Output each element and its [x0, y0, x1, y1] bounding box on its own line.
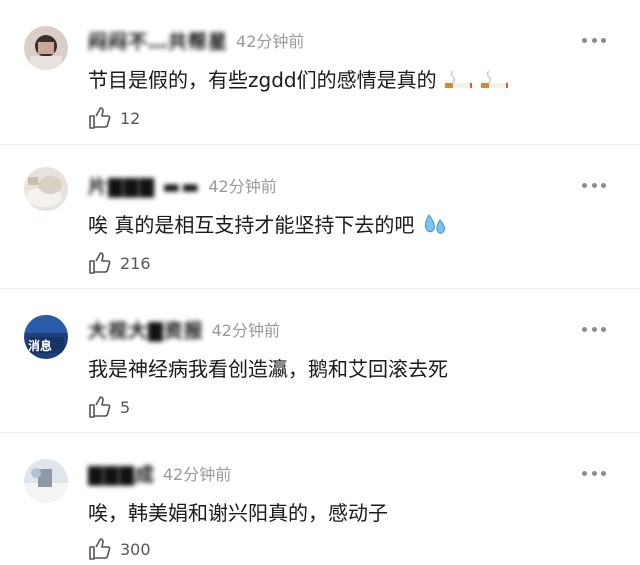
username[interactable]: 片▇▇▇ ▬▬	[88, 172, 200, 199]
avatar[interactable]	[24, 167, 68, 211]
comment-item: 闷闷不…共帮星 42分钟前 节目是假的，有些zgdd们的感情是真的 12	[0, 0, 640, 144]
timestamp: 42分钟前	[162, 465, 232, 484]
comment-item: 消息 大视大▇资报 42分钟前 我是神经病我看创造瀛，鹅和艾回滚去死 5	[0, 288, 640, 432]
comment-text: 唉，韩美娟和谢兴阳真的，感动子	[88, 497, 388, 526]
more-options-icon[interactable]	[582, 34, 606, 46]
thumbs-up-icon	[89, 538, 111, 560]
timestamp: 42分钟前	[208, 177, 277, 196]
avatar[interactable]: 消息	[24, 315, 68, 359]
cigarette-icon	[443, 68, 473, 95]
comment-text: 唉 真的是相互支持才能坚持下去的吧	[88, 209, 449, 242]
more-options-icon[interactable]	[582, 323, 606, 335]
timestamp: 42分钟前	[236, 32, 305, 51]
thumbs-up-icon	[89, 252, 111, 274]
avatar[interactable]	[24, 26, 68, 70]
username[interactable]: 大视大▇资报	[88, 316, 204, 343]
like-count: 300	[120, 539, 151, 559]
like-count: 216	[120, 253, 151, 273]
comment-body: 我是神经病我看创造瀛，鹅和艾回滚去死	[88, 357, 448, 381]
sweat-droplets-icon	[421, 211, 449, 242]
comment-text: 节目是假的，有些zgdd们的感情是真的	[88, 64, 509, 95]
comment-body: 唉 真的是相互支持才能坚持下去的吧	[88, 213, 415, 237]
comment-feed: 闷闷不…共帮星 42分钟前 节目是假的，有些zgdd们的感情是真的 12 片▇▇…	[0, 0, 640, 565]
avatar-badge: 消息	[28, 339, 53, 353]
cigarette-icon	[479, 68, 509, 95]
more-options-icon[interactable]	[582, 179, 606, 191]
thumbs-up-icon	[89, 107, 111, 129]
comment-item: 片▇▇▇ ▬▬ 42分钟前 唉 真的是相互支持才能坚持下去的吧 216	[0, 144, 640, 288]
like-button[interactable]: 216	[88, 251, 151, 275]
comment-item: ▇▇▇成 42分钟前 唉，韩美娟和谢兴阳真的，感动子 300	[0, 432, 640, 565]
comment-text: 我是神经病我看创造瀛，鹅和艾回滚去死	[88, 353, 448, 382]
thumbs-up-icon	[89, 396, 111, 418]
timestamp: 42分钟前	[211, 321, 280, 340]
comment-header: 大视大▇资报 42分钟前	[88, 316, 280, 343]
avatar[interactable]	[24, 459, 68, 503]
like-button[interactable]: 300	[88, 537, 151, 561]
username[interactable]: ▇▇▇成	[88, 460, 155, 487]
comment-body: 唉，韩美娟和谢兴阳真的，感动子	[88, 501, 388, 525]
like-count: 5	[120, 397, 131, 417]
like-button[interactable]: 12	[88, 106, 140, 130]
comment-header: 片▇▇▇ ▬▬ 42分钟前	[88, 172, 277, 199]
like-count: 12	[120, 108, 141, 128]
comment-body: 节目是假的，有些zgdd们的感情是真的	[88, 68, 437, 92]
comment-header: ▇▇▇成 42分钟前	[88, 460, 232, 487]
username[interactable]: 闷闷不…共帮星	[88, 27, 228, 54]
more-options-icon[interactable]	[582, 467, 606, 479]
comment-header: 闷闷不…共帮星 42分钟前	[88, 27, 305, 54]
like-button[interactable]: 5	[88, 395, 130, 419]
